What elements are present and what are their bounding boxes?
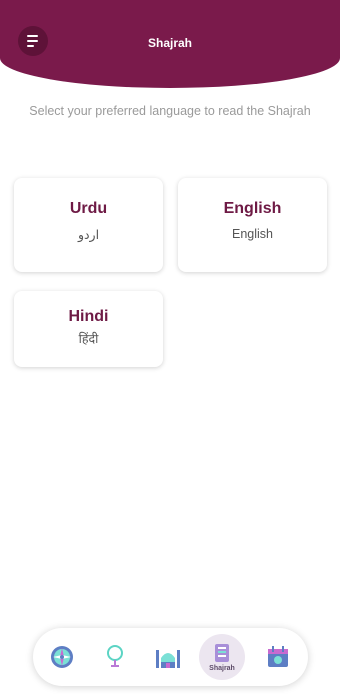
language-name: English bbox=[223, 200, 282, 217]
nav-item-compass[interactable] bbox=[39, 634, 85, 680]
nav-item-lamp[interactable] bbox=[92, 634, 138, 680]
bottom-navigation: Shajrah bbox=[33, 628, 308, 686]
language-native-name: English bbox=[232, 227, 273, 241]
nav-label-shajrah: Shajrah bbox=[209, 665, 235, 672]
language-native-name: اردو bbox=[77, 228, 100, 242]
page-title: Shajrah bbox=[147, 36, 192, 50]
language-card-hindi[interactable]: Hindi हिंदी bbox=[14, 291, 163, 367]
nav-item-mosque[interactable] bbox=[145, 634, 191, 680]
language-instruction: Select your preferred language to read t… bbox=[29, 104, 311, 118]
shajrah-book-icon bbox=[215, 644, 229, 662]
lamp-icon bbox=[107, 645, 123, 667]
nav-item-shajrah[interactable]: Shajrah bbox=[199, 634, 245, 680]
language-name: Urdu bbox=[69, 200, 108, 217]
app-header: Shajrah bbox=[0, 0, 340, 88]
language-name: Hindi bbox=[68, 308, 109, 325]
mosque-icon bbox=[156, 650, 180, 668]
calendar-icon bbox=[268, 646, 288, 667]
language-native-name: हिंदी bbox=[78, 332, 99, 346]
language-card-english[interactable]: English English bbox=[178, 178, 327, 272]
language-card-urdu[interactable]: Urdu اردو bbox=[14, 178, 163, 272]
nav-item-calendar[interactable] bbox=[255, 634, 301, 680]
compass-icon bbox=[51, 646, 73, 668]
